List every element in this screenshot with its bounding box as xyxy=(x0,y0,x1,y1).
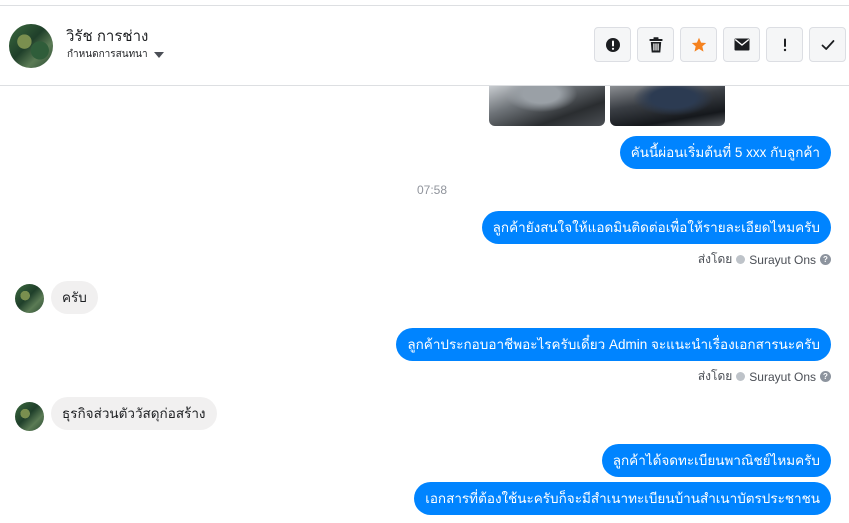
star-icon xyxy=(691,37,706,52)
sent-by-indicator: ส่งโดย Surayut Ons ? xyxy=(698,367,831,386)
conversation-header: วิรัช การช่าง กำหนดการสนทนา xyxy=(0,6,849,86)
exclamation-icon xyxy=(783,38,786,51)
help-icon[interactable]: ? xyxy=(820,254,831,265)
sent-by-prefix: ส่งโดย xyxy=(697,252,733,266)
contact-avatar[interactable] xyxy=(9,24,53,68)
contact-avatar-small[interactable] xyxy=(15,402,44,431)
sent-by-indicator: ส่งโดย Surayut Ons ? xyxy=(698,250,831,269)
envelope-icon xyxy=(734,38,749,51)
incoming-message: ครับ xyxy=(51,281,98,314)
seen-check-icon xyxy=(736,255,746,264)
outgoing-message: ลูกค้าได้จดทะเบียนพาณิชย์ไหมครับ xyxy=(601,444,831,477)
trash-icon xyxy=(649,36,662,52)
seen-check-icon xyxy=(736,372,746,381)
mark-spam-button[interactable] xyxy=(594,27,631,62)
photo-attachment[interactable] xyxy=(489,86,605,126)
outgoing-message: ลูกค้าประกอบอาชีพอะไรครับเดี๋ยว Admin จะ… xyxy=(396,328,831,361)
exclamation-circle-icon xyxy=(605,37,620,52)
check-icon xyxy=(821,39,834,50)
delete-button[interactable] xyxy=(637,27,674,62)
outgoing-message: ลูกค้ายังสนใจให้แอดมินติดต่อเพื่อให้รายล… xyxy=(481,211,831,244)
conversation-label: กำหนดการสนทนา xyxy=(67,49,148,60)
outgoing-message: คันนี้ผ่อนเริ่มต้นที่ 5 xxx กับลูกค้า xyxy=(619,136,831,169)
mark-done-button[interactable] xyxy=(809,27,846,62)
incoming-message: ธุรกิจส่วนตัววัสดุก่อสร้าง xyxy=(51,397,217,430)
star-button[interactable] xyxy=(680,27,717,62)
outgoing-message: เอกสารที่ต้องใช้นะครับก็จะมีสำเนาทะเบียน… xyxy=(414,482,831,515)
conversation-label-dropdown[interactable]: กำหนดการสนทนา xyxy=(67,47,164,62)
timestamp-divider: 07:58 xyxy=(416,183,448,197)
sender-name[interactable]: Surayut Ons xyxy=(749,253,816,267)
contact-name[interactable]: วิรัช การช่าง xyxy=(66,24,148,48)
important-button[interactable] xyxy=(766,27,803,62)
caret-down-icon xyxy=(153,51,164,58)
contact-avatar-small[interactable] xyxy=(15,284,44,313)
help-icon[interactable]: ? xyxy=(820,371,831,382)
mark-unread-button[interactable] xyxy=(723,27,760,62)
sent-by-prefix: ส่งโดย xyxy=(697,369,733,383)
photo-attachment[interactable] xyxy=(610,86,725,126)
sender-name[interactable]: Surayut Ons xyxy=(749,370,816,384)
